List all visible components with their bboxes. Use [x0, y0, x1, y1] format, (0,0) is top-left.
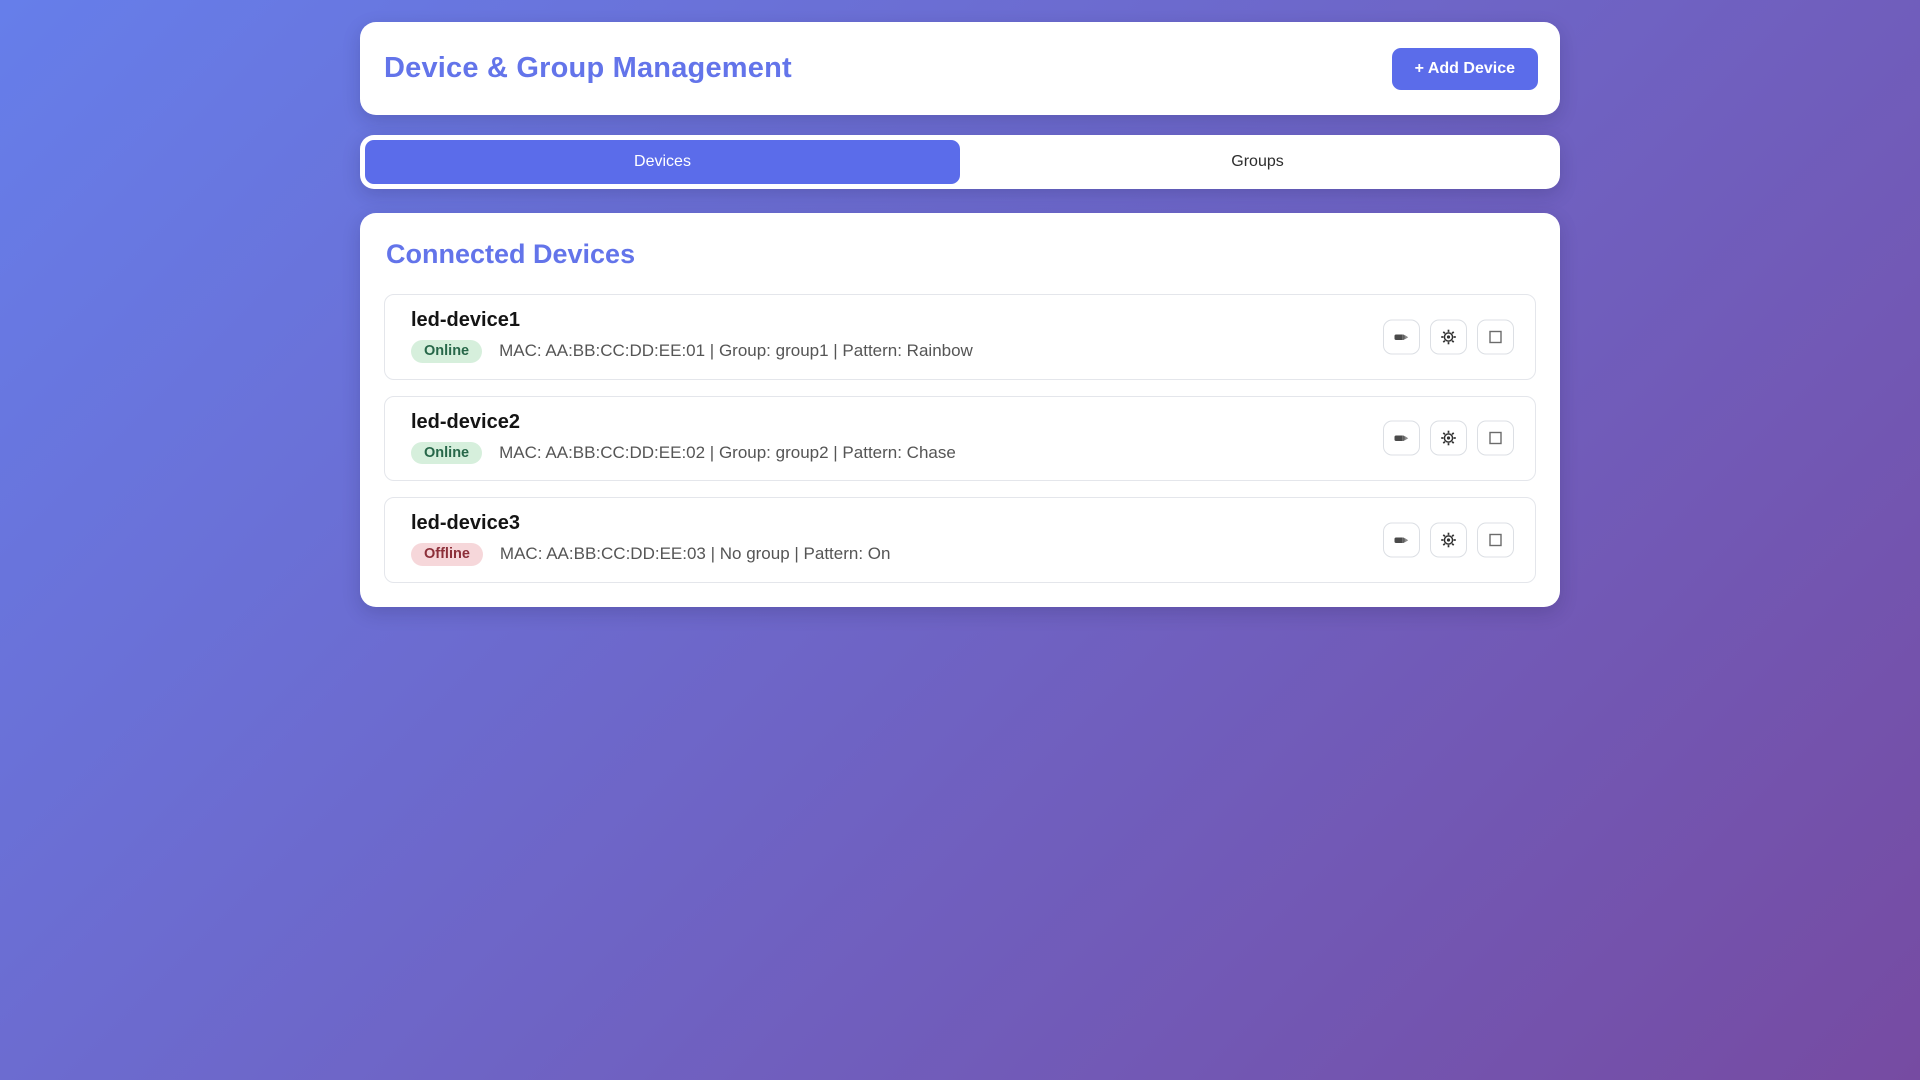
device-name: led-device2	[411, 411, 1365, 434]
device-info-row: Online MAC: AA:BB:CC:DD:EE:02 | Group: g…	[411, 442, 1365, 465]
square-icon	[1487, 430, 1504, 447]
square-icon	[1487, 531, 1504, 548]
device-settings-button[interactable]	[1430, 421, 1467, 456]
device-meta: MAC: AA:BB:CC:DD:EE:01 | Group: group1 |…	[499, 341, 973, 361]
device-meta: MAC: AA:BB:CC:DD:EE:02 | Group: group2 |…	[499, 443, 956, 463]
connected-devices-heading: Connected Devices	[386, 239, 1536, 270]
device-info-row: Offline MAC: AA:BB:CC:DD:EE:03 | No grou…	[411, 543, 1365, 566]
device-actions	[1383, 421, 1514, 456]
square-icon	[1487, 328, 1504, 345]
device-actions	[1383, 522, 1514, 557]
pencil-icon	[1393, 531, 1410, 548]
device-list: led-device1 Online MAC: AA:BB:CC:DD:EE:0…	[384, 294, 1536, 583]
add-device-button[interactable]: + Add Device	[1392, 48, 1538, 90]
status-badge: Online	[411, 340, 482, 363]
device-info-row: Online MAC: AA:BB:CC:DD:EE:01 | Group: g…	[411, 340, 1365, 363]
device-settings-button[interactable]	[1430, 522, 1467, 557]
pencil-icon	[1393, 430, 1410, 447]
delete-device-button[interactable]	[1477, 421, 1514, 456]
tab-devices[interactable]: Devices	[365, 140, 960, 184]
page-title: Device & Group Management	[384, 52, 792, 85]
delete-device-button[interactable]	[1477, 522, 1514, 557]
edit-device-button[interactable]	[1383, 421, 1420, 456]
device-actions	[1383, 319, 1514, 354]
device-card: led-device3 Offline MAC: AA:BB:CC:DD:EE:…	[384, 497, 1536, 583]
device-meta: MAC: AA:BB:CC:DD:EE:03 | No group | Patt…	[500, 544, 891, 564]
pencil-icon	[1393, 328, 1410, 345]
page-container: Device & Group Management + Add Device D…	[360, 0, 1560, 607]
gear-icon	[1440, 531, 1457, 548]
status-badge: Offline	[411, 543, 483, 566]
gear-icon	[1440, 328, 1457, 345]
status-badge: Online	[411, 442, 482, 465]
tab-groups[interactable]: Groups	[960, 140, 1555, 184]
delete-device-button[interactable]	[1477, 319, 1514, 354]
connected-devices-panel: Connected Devices led-device1 Online MAC…	[360, 213, 1560, 607]
device-name: led-device1	[411, 309, 1365, 332]
device-card: led-device2 Online MAC: AA:BB:CC:DD:EE:0…	[384, 396, 1536, 482]
edit-device-button[interactable]	[1383, 522, 1420, 557]
header-card: Device & Group Management + Add Device	[360, 22, 1560, 115]
device-card: led-device1 Online MAC: AA:BB:CC:DD:EE:0…	[384, 294, 1536, 380]
edit-device-button[interactable]	[1383, 319, 1420, 354]
tab-bar: Devices Groups	[360, 135, 1560, 189]
gear-icon	[1440, 430, 1457, 447]
device-name: led-device3	[411, 512, 1365, 535]
device-settings-button[interactable]	[1430, 319, 1467, 354]
